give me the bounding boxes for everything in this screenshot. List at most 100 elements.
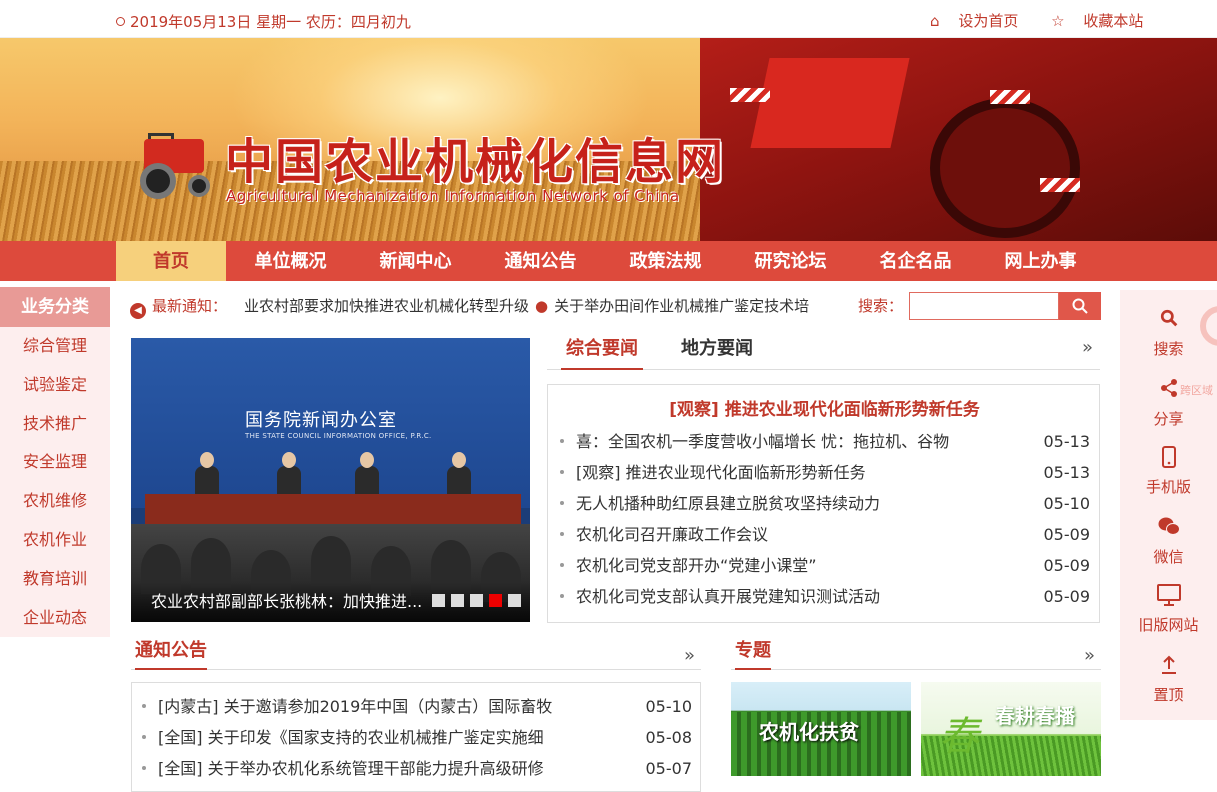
nav-item-5[interactable]: 研究论坛	[728, 241, 853, 281]
topic-label: 农机化扶贫	[759, 720, 859, 744]
topics-title: 专题	[735, 640, 771, 670]
share-icon	[1120, 378, 1217, 402]
topic-spring-planting[interactable]: 春 春耕春播	[921, 682, 1101, 776]
ticker-item[interactable]: 业农村部要求加快推进农业机械化转型升级	[244, 297, 529, 315]
main-nav: 首页 单位概况 新闻中心 通知公告 政策法规 研究论坛 名企名品 网上办事	[0, 241, 1217, 281]
sidebar-item-3[interactable]: 安全监理	[0, 443, 110, 482]
bullet-icon	[560, 563, 564, 567]
news-row[interactable]: 喜：全国农机一季度营收小幅增长 忧：拖拉机、谷物 05-13	[560, 426, 1090, 457]
toolbar-wechat-label: 微信	[1153, 548, 1184, 566]
bullet-icon	[560, 501, 564, 505]
news-date: 05-09	[1043, 525, 1091, 544]
ticker-content: 业农村部要求加快推进农业机械化转型升级 ● 关于举办田间作业机械推广鉴定技术培	[244, 292, 856, 320]
toolbar-search[interactable]: 搜索	[1120, 308, 1217, 359]
sidebar-item-0[interactable]: 综合管理	[0, 327, 110, 366]
news-more-link[interactable]: »	[1082, 337, 1093, 358]
notice-date: 05-08	[645, 728, 693, 747]
news-date: 05-09	[1043, 556, 1091, 575]
backdrop-sign: 国务院新闻办公室	[245, 410, 397, 431]
news-list-box: [观察] 推进农业现代化面临新形势新任务 喜：全国农机一季度营收小幅增长 忧：拖…	[547, 384, 1100, 623]
search-input[interactable]	[909, 292, 1059, 320]
nav-item-3[interactable]: 通知公告	[478, 241, 603, 281]
nav-item-7[interactable]: 网上办事	[978, 241, 1103, 281]
slider-dot[interactable]	[489, 594, 502, 607]
bullet-icon	[560, 532, 564, 536]
toolbar-search-label: 搜索	[1153, 340, 1184, 358]
notice-row[interactable]: [全国] 关于印发《国家支持的农业机械推广鉴定实施细 05-08	[142, 723, 692, 753]
news-row[interactable]: 农机化司党支部开办“党建小课堂” 05-09	[560, 550, 1090, 581]
slider-dot[interactable]	[508, 594, 521, 607]
toolbar-share-label: 分享	[1153, 410, 1184, 428]
sidebar-item-4[interactable]: 农机维修	[0, 482, 110, 521]
slider-caption[interactable]: 农业农村部副部长张桃林：加快推进...	[151, 588, 422, 612]
sidebar-item-2[interactable]: 技术推广	[0, 405, 110, 444]
sidebar-item-1[interactable]: 试验鉴定	[0, 366, 110, 405]
notice-row[interactable]: [内蒙古] 关于邀请参加2019年中国（内蒙古）国际畜牧 05-10	[142, 692, 692, 722]
top-links: ⌂ 设为首页 ☆ 收藏本站	[930, 10, 1171, 31]
nav-item-1[interactable]: 单位概况	[228, 241, 353, 281]
notices-header: 通知公告	[131, 640, 701, 670]
notice-title: [内蒙古] 关于邀请参加2019年中国（内蒙古）国际畜牧	[158, 697, 553, 716]
speaker-figure	[277, 452, 301, 496]
arrow-up-icon	[1120, 654, 1217, 678]
nav-item-2[interactable]: 新闻中心	[353, 241, 478, 281]
nav-item-6[interactable]: 名企名品	[853, 241, 978, 281]
notice-date: 05-10	[645, 697, 693, 716]
toolbar-mobile[interactable]: 手机版	[1120, 446, 1217, 497]
sidebar-item-7[interactable]: 企业动态	[0, 599, 110, 638]
nav-item-4[interactable]: 政策法规	[603, 241, 728, 281]
tab-local-news[interactable]: 地方要闻	[681, 335, 753, 370]
harvester-stripe	[990, 90, 1030, 104]
notice-row[interactable]: [全国] 关于举办农机化系统管理干部能力提升高级研修 05-07	[142, 754, 692, 784]
notice-ticker: ◀ 最新通知： 业农村部要求加快推进农业机械化转型升级 ● 关于举办田间作业机械推广鉴…	[130, 292, 860, 320]
news-title: 农机化司党支部开办“党建小课堂”	[576, 556, 817, 575]
bullet-icon	[142, 766, 146, 770]
nav-item-0[interactable]: 首页	[116, 241, 226, 281]
toolbar-mobile-label: 手机版	[1145, 478, 1191, 496]
news-row[interactable]: 农机化司召开廉政工作会议 05-09	[560, 519, 1090, 550]
right-toolbar: 跨区域 搜索 分享 手机版 微信 旧版网站 置顶	[1120, 290, 1217, 720]
toolbar-back-to-top[interactable]: 置顶	[1120, 654, 1217, 705]
sidebar-item-6[interactable]: 教育培训	[0, 560, 110, 599]
sidebar-item-5[interactable]: 农机作业	[0, 521, 110, 560]
set-home-link[interactable]: ⌂ 设为首页	[930, 12, 1032, 30]
site-subtitle: Agricultural Mechanization Information N…	[226, 187, 680, 205]
news-slider[interactable]: 国务院新闻办公室 THE STATE COUNCIL INFORMATION O…	[131, 338, 530, 622]
bookmark-label: 收藏本站	[1083, 12, 1144, 30]
bookmark-link[interactable]: ☆ 收藏本站	[1051, 12, 1157, 30]
news-title: 喜：全国农机一季度营收小幅增长 忧：拖拉机、谷物	[576, 432, 950, 451]
toolbar-share[interactable]: 分享	[1120, 378, 1217, 429]
slider-dot[interactable]	[451, 594, 464, 607]
ticker-item[interactable]: 关于举办田间作业机械推广鉴定技术培	[554, 297, 809, 315]
news-row[interactable]: [观察] 推进农业现代化面临新形势新任务 05-13	[560, 457, 1090, 488]
headline-link[interactable]: [观察] 推进农业现代化面临新形势新任务	[548, 395, 1101, 420]
news-row[interactable]: 农机化司党支部认真开展党建知识测试活动 05-09	[560, 581, 1090, 612]
toolbar-wechat[interactable]: 微信	[1120, 516, 1217, 567]
toolbar-top-label: 置顶	[1153, 686, 1184, 704]
speaker-figure	[355, 452, 379, 496]
tractor-logo-icon[interactable]	[136, 133, 216, 201]
news-row[interactable]: 无人机播种助红原县建立脱贫攻坚持续动力 05-10	[560, 488, 1090, 519]
harvester-stripe	[730, 88, 770, 102]
notice-label: 最新通知：	[152, 297, 228, 315]
notices-title: 通知公告	[135, 640, 207, 670]
notice-title: [全国] 关于印发《国家支持的农业机械推广鉴定实施细	[158, 728, 544, 747]
search-area: 搜索：	[858, 292, 1101, 320]
bullet-icon	[142, 704, 146, 708]
topic-poverty-alleviation[interactable]: 农机化扶贫	[731, 682, 911, 776]
speaker-icon: ◀	[130, 303, 146, 319]
category-sidebar: 业务分类 综合管理 试验鉴定 技术推广 安全监理 农机维修 农机作业 教育培训 企业动态	[0, 287, 110, 637]
search-button[interactable]	[1059, 292, 1101, 320]
search-icon	[1120, 308, 1217, 332]
news-title: 农机化司党支部认真开展党建知识测试活动	[576, 587, 881, 606]
news-title: 无人机播种助红原县建立脱贫攻坚持续动力	[576, 494, 881, 513]
slider-dot[interactable]	[470, 594, 483, 607]
toolbar-old-site-label: 旧版网站	[1138, 616, 1199, 634]
wechat-icon	[1120, 516, 1217, 540]
notices-more-link[interactable]: »	[684, 645, 695, 666]
slider-dot[interactable]	[432, 594, 445, 607]
site-title[interactable]: 中国农业机械化信息网	[225, 122, 725, 192]
topics-more-link[interactable]: »	[1084, 645, 1095, 666]
tab-general-news[interactable]: 综合要闻	[561, 335, 643, 370]
toolbar-old-site[interactable]: 旧版网站	[1120, 584, 1217, 635]
